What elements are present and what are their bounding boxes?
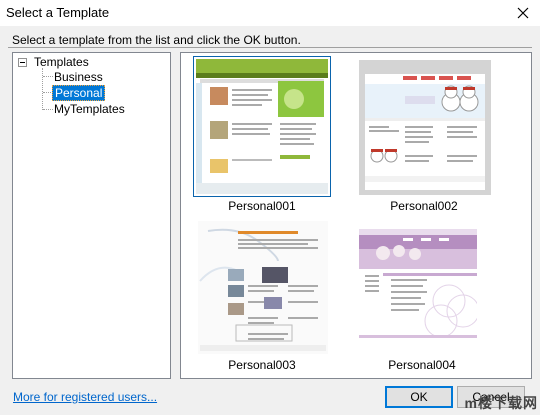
close-button[interactable] (510, 2, 536, 24)
template-thumb-personal002[interactable] (359, 60, 491, 195)
template-label: Personal004 (388, 358, 456, 372)
tree-item-templates[interactable]: Templates (34, 55, 89, 69)
tree-line (42, 68, 43, 110)
tree-item-business[interactable]: Business (54, 70, 103, 84)
tree-item-personal[interactable]: Personal (52, 85, 106, 101)
template-thumb-personal003[interactable] (198, 221, 328, 354)
template-label: Personal001 (228, 199, 296, 213)
instruction-text: Select a template from the list and clic… (12, 33, 301, 47)
registered-users-link[interactable]: More for registered users... (13, 390, 157, 404)
title-bar: Select a Template (0, 0, 540, 26)
template-preview-image (359, 60, 491, 195)
window-title: Select a Template (6, 5, 110, 20)
tree-line (43, 76, 53, 77)
template-preview-image (196, 59, 328, 194)
template-preview-image (198, 221, 328, 354)
separator (8, 47, 532, 48)
template-preview-image (359, 229, 477, 345)
tree-line (43, 109, 53, 110)
template-thumb-personal004[interactable] (359, 229, 477, 345)
ok-button[interactable]: OK (385, 386, 453, 408)
close-icon (517, 7, 529, 19)
template-tree[interactable]: Templates Business Personal MyTemplates (12, 52, 171, 379)
collapse-icon[interactable] (18, 58, 27, 67)
template-label: Personal002 (390, 199, 458, 213)
tree-item-mytemplates[interactable]: MyTemplates (54, 102, 125, 116)
template-gallery: Personal001 Personal002 Personal003 Pers… (180, 52, 532, 379)
watermark-logo: m楼下载网 (464, 395, 538, 411)
template-thumb-personal001[interactable] (193, 56, 331, 197)
template-label: Personal003 (228, 358, 296, 372)
